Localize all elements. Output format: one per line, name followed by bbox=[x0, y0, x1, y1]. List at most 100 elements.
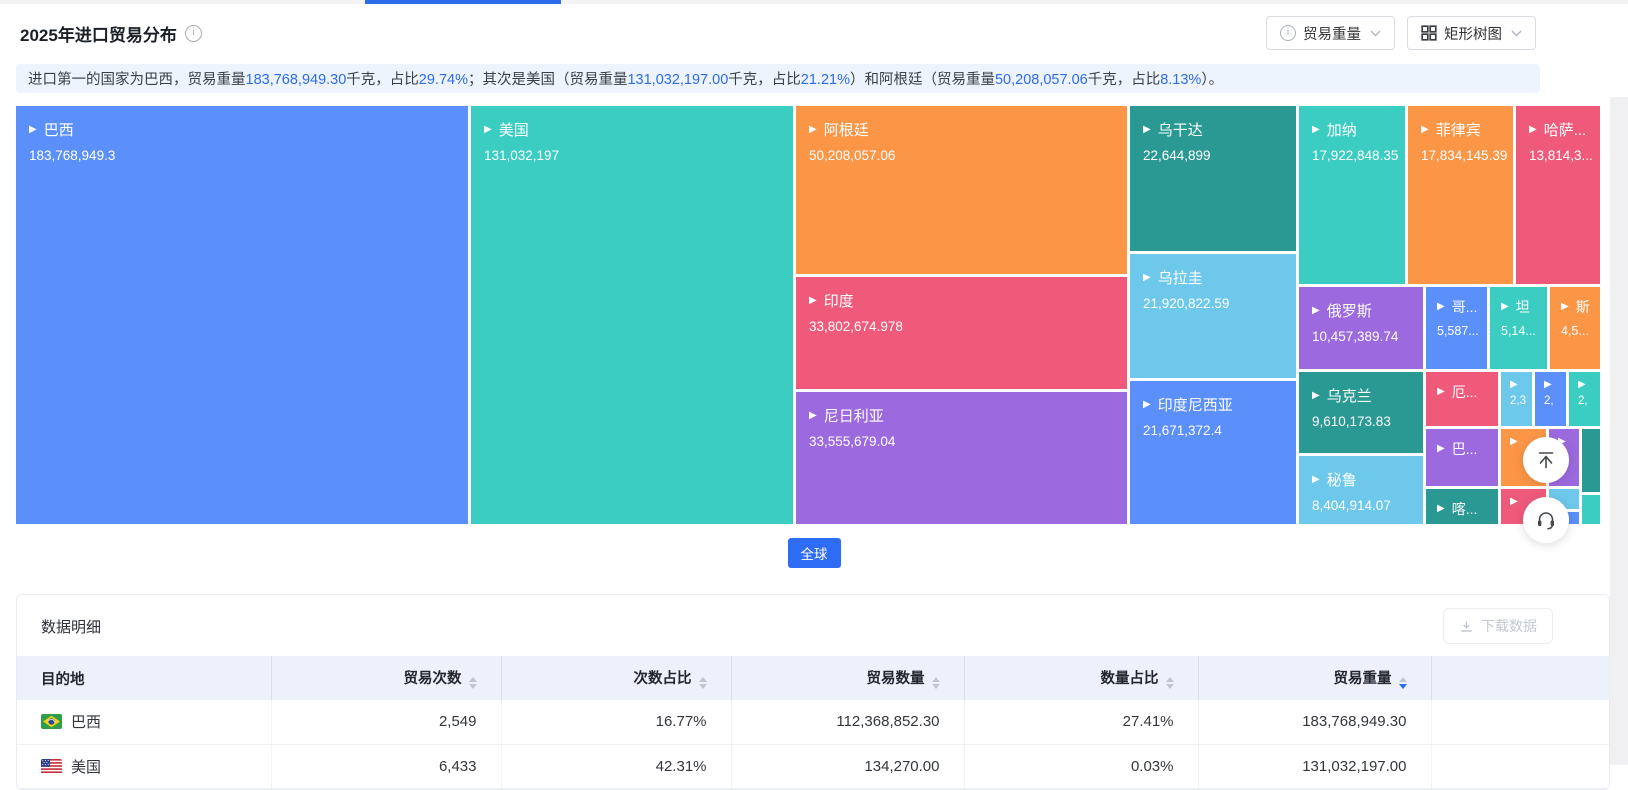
expand-arrow-icon: ▶ bbox=[809, 296, 817, 306]
value-cell: 16.77% bbox=[501, 700, 731, 744]
treemap-cell-russia[interactable]: ▶俄罗斯10,457,389.74 bbox=[1299, 287, 1423, 369]
destination-name: 美国 bbox=[71, 759, 101, 776]
cell-value: 50,208,057.06 bbox=[809, 148, 1127, 163]
country-name: 巴... bbox=[1452, 439, 1478, 459]
download-icon bbox=[1459, 619, 1474, 634]
cell-name-line: ▶ 乌干达 bbox=[1143, 119, 1296, 140]
country-name: 乌干达 bbox=[1158, 119, 1203, 140]
cell-value: 9,610,173.83 bbox=[1312, 414, 1423, 429]
country-name: 哈萨... bbox=[1544, 119, 1587, 140]
country-name: 乌克兰 bbox=[1327, 385, 1372, 406]
sort-caret-down bbox=[1399, 684, 1407, 689]
back-to-top-button[interactable] bbox=[1523, 437, 1569, 483]
sort-caret-down bbox=[932, 684, 940, 689]
cell-value: 21,671,372.4 bbox=[1143, 423, 1296, 438]
scrollbar-gutter[interactable] bbox=[1610, 97, 1628, 765]
headset-icon bbox=[1535, 509, 1557, 531]
country-name: 巴西 bbox=[44, 119, 74, 140]
cell-value: 8,404,914.07 bbox=[1312, 498, 1423, 513]
cell-value: 2, bbox=[1578, 395, 1600, 407]
treemap-cell-nigeria[interactable]: ▶尼日利亚33,555,679.04 bbox=[796, 392, 1127, 524]
expand-arrow-icon: ▶ bbox=[1312, 391, 1320, 401]
country-name: 菲律宾 bbox=[1436, 119, 1481, 140]
expand-arrow-icon: ▶ bbox=[1312, 475, 1320, 485]
chevron-down-icon bbox=[1511, 30, 1522, 37]
treemap-cell-sri-lanka[interactable]: ▶斯4,5... bbox=[1550, 287, 1600, 369]
column-header-贸易重量[interactable]: 贸易重量 bbox=[1198, 656, 1431, 700]
cell-name-line: ▶ 秘鲁 bbox=[1312, 469, 1423, 490]
treemap-cell-tanzania[interactable]: ▶坦5,14... bbox=[1490, 287, 1547, 369]
treemap-cell-usa[interactable]: ▶美国131,032,197 bbox=[471, 106, 793, 524]
treemap-cell-indonesia[interactable]: ▶印度尼西亚 21,671,372.4 bbox=[1130, 381, 1296, 524]
title-info-icon[interactable]: i bbox=[185, 25, 202, 42]
treemap-cell-brazil[interactable]: ▶巴西183,768,949.3 bbox=[16, 106, 468, 524]
metric-select[interactable]: i 贸易重量 bbox=[1266, 16, 1395, 50]
column-header-次数占比[interactable]: 次数占比 bbox=[501, 656, 731, 700]
download-data-button[interactable]: 下载数据 bbox=[1443, 608, 1553, 644]
country-name: 尼日利亚 bbox=[824, 405, 884, 426]
customer-service-button[interactable] bbox=[1523, 497, 1569, 543]
table-row-巴西: 巴西2,54916.77%112,368,852.3027.41%183,768… bbox=[17, 700, 1609, 744]
cell-name-line: ▶巴... bbox=[1437, 439, 1498, 459]
treemap-cell-philippines[interactable]: ▶菲律宾17,834,145.39 bbox=[1408, 106, 1513, 284]
info-circle-icon: i bbox=[1280, 25, 1296, 41]
treemap-cell-kazakhstan[interactable]: ▶哈萨...13,814,3... bbox=[1516, 106, 1600, 284]
treemap-cell-ghana[interactable]: ▶加纳17,922,848.35 bbox=[1299, 106, 1405, 284]
summary-text: 千克，占比 bbox=[728, 72, 801, 88]
treemap-cell-uganda[interactable]: ▶乌干达22,644,899 bbox=[1130, 106, 1296, 251]
expand-arrow-icon: ▶ bbox=[1143, 125, 1151, 135]
treemap-chart: ▶巴西183,768,949.3▶美国131,032,197▶阿根廷50,208… bbox=[16, 106, 1600, 524]
treemap-cell-cameroon[interactable]: ▶喀... bbox=[1426, 489, 1498, 524]
cell-name-line: ▶乌拉圭 bbox=[1143, 267, 1296, 288]
treemap-cell-ukraine[interactable]: ▶ 乌克兰 9,610,173.83 bbox=[1299, 372, 1423, 453]
cell-name-line: ▶哥... bbox=[1437, 297, 1487, 317]
cell-value: 13,814,3... bbox=[1529, 148, 1600, 163]
summary-text: 进口第一的国家为巴西，贸易重量 bbox=[28, 72, 246, 88]
expand-arrow-icon: ▶ bbox=[1510, 497, 1518, 507]
value-cell: 2,549 bbox=[271, 700, 501, 744]
cell-value: 2, bbox=[1544, 395, 1566, 407]
treemap-cell-small-3[interactable]: ▶2, bbox=[1569, 372, 1600, 426]
cell-name-line: ▶ 乌克兰 bbox=[1312, 385, 1423, 406]
cell-name-line: ▶ 巴西 bbox=[29, 119, 468, 140]
expand-arrow-icon: ▶ bbox=[1437, 302, 1445, 312]
treemap-cell-ecuador[interactable]: ▶厄... bbox=[1426, 372, 1498, 426]
expand-arrow-icon: ▶ bbox=[1510, 437, 1518, 447]
download-data-label: 下载数据 bbox=[1481, 616, 1537, 636]
treemap-cell-pakistan[interactable]: ▶巴... bbox=[1426, 429, 1498, 486]
cell-name-line: ▶ 阿根廷 bbox=[809, 119, 1127, 140]
cell-value: 21,920,822.59 bbox=[1143, 296, 1296, 311]
breadcrumb-global-button[interactable]: 全球 bbox=[788, 538, 841, 568]
cell-name-line: ▶加纳 bbox=[1312, 119, 1405, 140]
summary-text: ；其次是美国（贸易重量 bbox=[468, 72, 628, 88]
country-name: 秘鲁 bbox=[1327, 469, 1357, 490]
expand-arrow-icon: ▶ bbox=[809, 125, 817, 135]
treemap-cell-uruguay[interactable]: ▶乌拉圭 21,920,822.59 bbox=[1130, 254, 1296, 378]
sort-carets-icon bbox=[932, 677, 940, 689]
cell-name-line: ▶印度尼西亚 bbox=[1143, 394, 1296, 415]
chart-type-select[interactable]: 矩形树图 bbox=[1407, 16, 1536, 50]
treemap-cell-argentina[interactable]: ▶ 阿根廷 50,208,057.06 bbox=[796, 106, 1127, 274]
treemap-cell-small-10[interactable] bbox=[1582, 495, 1600, 524]
country-name: 斯 bbox=[1576, 297, 1590, 317]
sort-caret-down bbox=[1166, 684, 1174, 689]
treemap-cell-small-6[interactable] bbox=[1582, 429, 1600, 492]
treemap-cell-india[interactable]: ▶印度33,802,674.978 bbox=[796, 277, 1127, 389]
treemap-cell-colombia[interactable]: ▶哥...5,587... bbox=[1426, 287, 1487, 369]
treemap-cell-small-2[interactable]: ▶ 2, bbox=[1535, 372, 1566, 426]
expand-arrow-icon: ▶ bbox=[29, 125, 37, 135]
column-header-贸易数量[interactable]: 贸易数量 bbox=[731, 656, 964, 700]
cell-name-line: ▶厄... bbox=[1437, 382, 1498, 402]
country-name: 阿根廷 bbox=[824, 119, 869, 140]
column-header-数量占比[interactable]: 数量占比 bbox=[964, 656, 1198, 700]
treemap-cell-small-1[interactable]: ▶2,3 bbox=[1501, 372, 1532, 426]
value-cell: 183,768,949.30 bbox=[1198, 700, 1431, 744]
expand-arrow-icon: ▶ bbox=[1143, 400, 1151, 410]
treemap-cell-peru[interactable]: ▶ 秘鲁 8,404,914.07 bbox=[1299, 456, 1423, 524]
expand-arrow-icon: ▶ bbox=[1544, 380, 1552, 390]
country-name: 美国 bbox=[499, 119, 529, 140]
cell-name-line: ▶坦 bbox=[1501, 297, 1547, 317]
expand-arrow-icon: ▶ bbox=[809, 411, 817, 421]
destination-name: 巴西 bbox=[71, 714, 101, 731]
column-header-贸易次数[interactable]: 贸易次数 bbox=[271, 656, 501, 700]
